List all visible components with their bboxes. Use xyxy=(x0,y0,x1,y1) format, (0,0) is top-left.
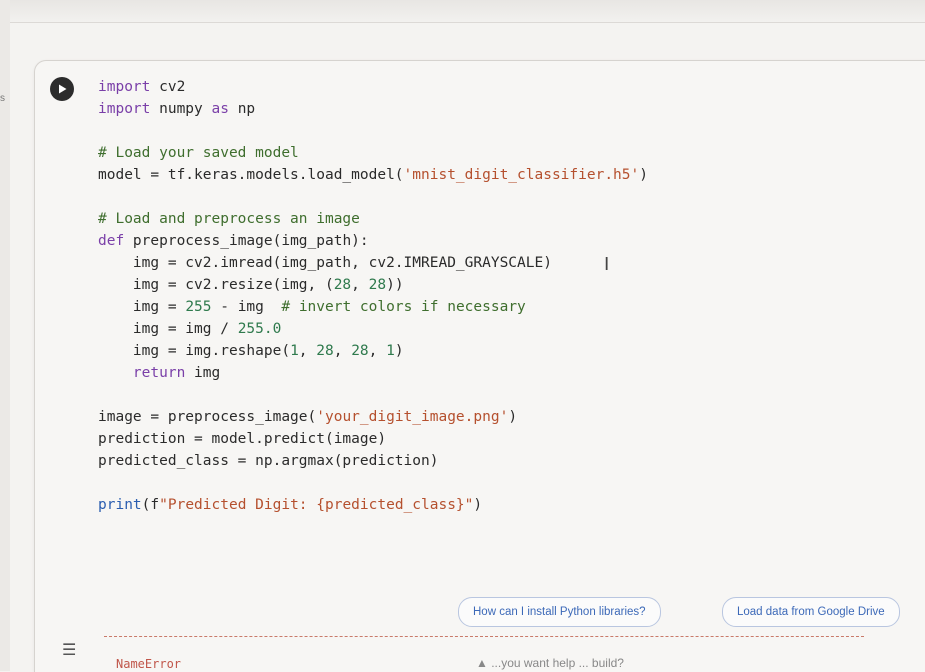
code-line[interactable]: import cv2 xyxy=(98,76,648,98)
code-line[interactable]: image = preprocess_image('your_digit_ima… xyxy=(98,406,648,428)
error-name: NameError xyxy=(116,657,182,671)
code-line[interactable]: predicted_class = np.argmax(prediction) xyxy=(98,450,648,472)
left-gutter: s xyxy=(0,0,10,671)
run-cell-button[interactable] xyxy=(50,77,74,101)
toolbar-edge xyxy=(0,0,925,23)
suggestion-chip-load-drive[interactable]: Load data from Google Drive xyxy=(722,597,900,627)
output-menu-icon[interactable]: ☰ xyxy=(62,640,76,659)
code-line[interactable] xyxy=(98,384,648,406)
code-line[interactable]: prediction = model.predict(image) xyxy=(98,428,648,450)
code-line[interactable] xyxy=(98,472,648,494)
code-line[interactable] xyxy=(98,186,648,208)
code-line[interactable]: print(f"Predicted Digit: {predicted_clas… xyxy=(98,494,648,516)
play-icon xyxy=(59,84,67,94)
code-line[interactable]: import numpy as np xyxy=(98,98,648,120)
code-line[interactable]: # Load and preprocess an image xyxy=(98,208,648,230)
code-line[interactable] xyxy=(98,120,648,142)
code-line[interactable]: img = cv2.resize(img, (28, 28)) xyxy=(98,274,648,296)
code-editor[interactable]: import cv2 import numpy as np # Load your… xyxy=(98,76,648,516)
code-line[interactable]: def preprocess_image(img_path): xyxy=(98,230,648,252)
text-cursor-icon: I xyxy=(604,254,610,275)
code-line[interactable]: img = img.reshape(1, 28, 28, 1) xyxy=(98,340,648,362)
code-line[interactable]: return img xyxy=(98,362,648,384)
code-line[interactable]: # Load your saved model xyxy=(98,142,648,164)
code-line[interactable]: model = tf.keras.models.load_model('mnis… xyxy=(98,164,648,186)
suggestion-chip-install-libraries[interactable]: How can I install Python libraries? xyxy=(458,597,661,627)
code-line[interactable]: img = 255 - img # invert colors if neces… xyxy=(98,296,648,318)
output-divider xyxy=(104,636,864,637)
code-line[interactable]: img = img / 255.0 xyxy=(98,318,648,340)
code-line[interactable]: img = cv2.imread(img_path, cv2.IMREAD_GR… xyxy=(98,252,648,274)
gutter-mark: s xyxy=(0,93,5,104)
error-help-tip[interactable]: ▲ ...you want help ... build? xyxy=(476,656,624,670)
